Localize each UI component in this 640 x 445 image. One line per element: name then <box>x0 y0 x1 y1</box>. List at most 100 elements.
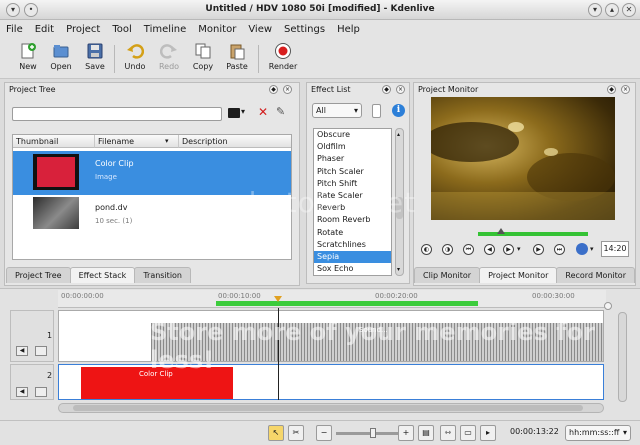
effect-item[interactable]: Scratchlines <box>314 239 391 251</box>
menu-file[interactable]: File <box>0 20 29 39</box>
zoom-out-icon[interactable]: − <box>316 425 332 441</box>
forward-icon[interactable]: ▶ <box>533 244 544 255</box>
render-button[interactable]: Render <box>265 42 301 76</box>
effect-item[interactable]: Obscure <box>314 129 391 141</box>
ruler-tick-label: 00:00:30:00 <box>532 292 575 300</box>
new-label: New <box>19 62 37 71</box>
redo-button[interactable]: Redo <box>151 42 187 76</box>
effect-item[interactable]: Phaser <box>314 153 391 165</box>
tab-effect-stack[interactable]: Effect Stack <box>69 267 136 283</box>
render-label: Render <box>268 62 298 71</box>
rewind-icon[interactable]: ◀ <box>484 244 495 255</box>
effect-item-selected[interactable]: Sepia <box>314 250 391 264</box>
float-panel-icon[interactable]: ◆ <box>269 85 278 94</box>
mute-audio-icon[interactable]: ◀ <box>16 346 28 356</box>
info-icon[interactable]: i <box>392 104 405 117</box>
position-marker-icon[interactable] <box>497 228 505 234</box>
effect-item[interactable]: Oldfilm <box>314 141 391 153</box>
save-button[interactable]: Save <box>77 42 113 76</box>
close-icon[interactable]: ✕ <box>622 3 636 17</box>
paste-label: Paste <box>226 62 248 71</box>
mute-audio-icon[interactable]: ◀ <box>16 387 28 397</box>
snap-icon[interactable]: ▸ <box>480 425 496 441</box>
copy-button[interactable]: Copy <box>185 42 221 76</box>
add-clip-dropdown-icon[interactable]: ▾ <box>241 107 245 116</box>
show-thumbnails-icon[interactable]: ▤ <box>418 425 434 441</box>
ruler-corner-button[interactable] <box>604 302 612 310</box>
column-header-description[interactable]: Description <box>179 135 291 148</box>
open-label: Open <box>50 62 72 71</box>
column-header-thumbnail[interactable]: Thumbnail <box>13 135 95 148</box>
float-panel-icon[interactable]: ◆ <box>382 85 391 94</box>
effect-item[interactable]: Rotate <box>314 227 391 239</box>
menu-bar: File Edit Project Tool Timeline Monitor View Se… <box>0 20 640 39</box>
status-bar: ↖ ✂ − + ▤ ⇿ ▭ ▸ 00:00:13:22 hh:mm:ss::ff… <box>0 420 640 445</box>
menu-timeline[interactable]: Timeline <box>138 20 193 39</box>
effect-item[interactable]: Pitch Scaler <box>314 166 391 178</box>
track-header-1: 1 ◀ <box>10 310 54 362</box>
razor-tool-icon[interactable]: ✂ <box>288 425 304 441</box>
menu-edit[interactable]: Edit <box>29 20 60 39</box>
sort-chevron-icon[interactable]: ▾ <box>165 137 169 145</box>
monitor-header: Project Monitor ◆ × <box>414 83 635 97</box>
skip-forward-icon[interactable]: ⏭ <box>554 244 565 255</box>
zoom-slider-handle[interactable] <box>370 428 376 438</box>
monitor-timecode-field[interactable]: 14:20 <box>601 241 629 257</box>
hide-video-icon[interactable] <box>35 346 47 356</box>
maximize-icon[interactable]: ▴ <box>605 3 619 17</box>
menu-project[interactable]: Project <box>60 20 106 39</box>
zone-bar[interactable] <box>478 232 588 236</box>
skip-back-icon[interactable]: ⏮ <box>463 244 474 255</box>
close-panel-icon[interactable]: × <box>283 85 292 94</box>
new-button[interactable]: New <box>10 42 46 76</box>
tab-project-tree[interactable]: Project Tree <box>6 267 71 283</box>
effect-filter-select[interactable]: All ▾ <box>312 103 362 118</box>
timeline-ruler[interactable]: 00:00:00:00 00:00:10:00 00:00:20:00 00:0… <box>58 290 606 308</box>
hide-video-icon[interactable] <box>35 387 47 397</box>
delete-clip-icon[interactable]: ✕ <box>258 105 268 119</box>
project-search-input[interactable] <box>12 107 222 121</box>
effect-search-input[interactable] <box>372 104 381 118</box>
monitor-settings-chevron-icon[interactable]: ▾ <box>590 245 594 253</box>
playhead-marker-icon[interactable] <box>274 296 282 302</box>
open-button[interactable]: Open <box>43 42 79 76</box>
clip-thumbnail <box>33 154 79 190</box>
show-markers-icon[interactable]: ▭ <box>460 425 476 441</box>
clip-info: Image <box>95 173 117 181</box>
monitor-settings-icon[interactable] <box>576 243 588 255</box>
paste-button[interactable]: Paste <box>219 42 255 76</box>
close-panel-icon[interactable]: × <box>621 85 630 94</box>
timeline-zone-bar[interactable] <box>216 301 478 306</box>
scroll-down-icon[interactable]: ▾ <box>397 266 400 273</box>
minimize-icon[interactable]: ▾ <box>588 3 602 17</box>
menu-view[interactable]: View <box>242 20 278 39</box>
close-panel-icon[interactable]: × <box>396 85 405 94</box>
monitor-video-frame <box>423 97 615 220</box>
show-audio-thumbnails-icon[interactable]: ⇿ <box>440 425 456 441</box>
menu-monitor[interactable]: Monitor <box>192 20 242 39</box>
edit-clip-icon[interactable]: ✎ <box>276 105 285 118</box>
time-format-select[interactable]: hh:mm:ss::ff ▾ <box>565 425 631 441</box>
play-icon[interactable]: ▶ <box>503 244 514 255</box>
tab-transition[interactable]: Transition <box>134 267 191 283</box>
menu-help[interactable]: Help <box>331 20 366 39</box>
tab-record-monitor[interactable]: Record Monitor <box>556 267 635 283</box>
float-panel-icon[interactable]: ◆ <box>607 85 616 94</box>
window-title: Untitled / HDV 1080 50i [modified] - Kde… <box>205 4 435 14</box>
selection-tool-icon[interactable]: ↖ <box>268 425 284 441</box>
play-options-chevron-icon[interactable]: ▾ <box>517 245 521 253</box>
zoom-in-icon[interactable]: + <box>398 425 414 441</box>
timeline-scrollbar[interactable] <box>58 403 604 413</box>
scrollbar-handle[interactable] <box>73 405 583 411</box>
effect-item[interactable]: Sox Echo <box>314 263 391 275</box>
project-tabs: Project Tree Effect Stack Transition <box>6 267 191 283</box>
set-zone-end-icon[interactable]: ◑ <box>442 244 453 255</box>
scroll-up-icon[interactable]: ▴ <box>397 131 400 138</box>
tab-project-monitor[interactable]: Project Monitor <box>479 267 558 283</box>
tab-clip-monitor[interactable]: Clip Monitor <box>414 267 481 283</box>
set-zone-start-icon[interactable]: ◐ <box>421 244 432 255</box>
undo-button[interactable]: Undo <box>117 42 153 76</box>
menu-tool[interactable]: Tool <box>106 20 137 39</box>
menu-settings[interactable]: Settings <box>278 20 331 39</box>
add-clip-icon[interactable] <box>228 108 240 118</box>
